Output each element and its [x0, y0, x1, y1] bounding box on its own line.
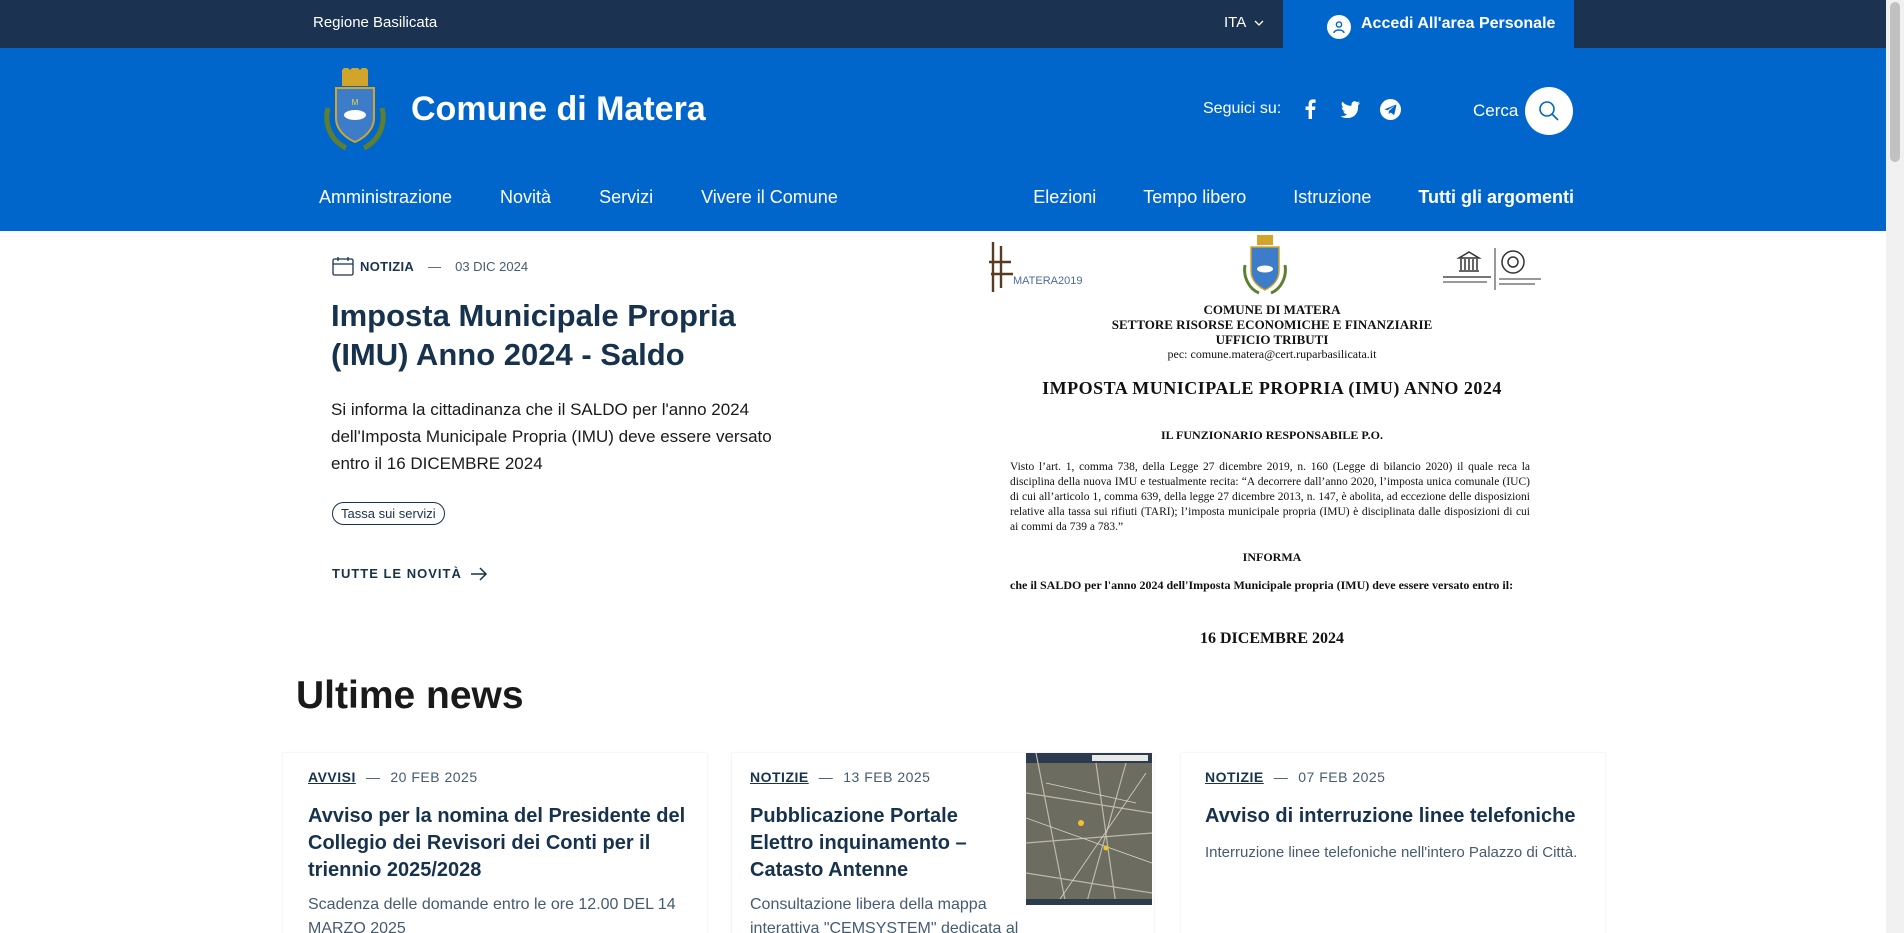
nav-servizi[interactable]: Servizi [599, 187, 653, 208]
news-card[interactable]: NOTIZIE — 13 FEB 2025 Pubblicazione Port… [732, 753, 1154, 933]
document-responsible: IL FUNZIONARIO RESPONSABILE P.O. [1161, 428, 1383, 442]
map-thumbnail-image[interactable] [1026, 753, 1152, 905]
document-title: IMPOSTA MUNICIPALE PROPRIA (IMU) ANNO 20… [1042, 378, 1502, 398]
all-news-label: TUTTE LE NOVITÀ [332, 566, 462, 581]
card-meta: AVVISI — 20 FEB 2025 [308, 769, 478, 785]
hero-category[interactable]: NOTIZIA [360, 259, 414, 274]
hero-title[interactable]: Imposta Municipale Propria (IMU) Anno 20… [331, 296, 821, 374]
document-pec: pec: comune.matera@cert.ruparbasilicata.… [1167, 347, 1377, 361]
topic-tag[interactable]: Tassa sui servizi [332, 502, 445, 525]
card-separator: — [818, 769, 834, 785]
card-separator: — [365, 769, 381, 785]
nav-elezioni[interactable]: Elezioni [1033, 187, 1096, 208]
search-icon [1539, 101, 1559, 121]
personal-area-login-button[interactable]: Accedi All'area Personale [1283, 0, 1574, 48]
scrollbar-thumb[interactable] [1890, 2, 1900, 162]
top-bar: Regione Basilicata ITA Accedi All'area P… [0, 0, 1886, 48]
topics-nav: Elezioni Tempo libero Istruzione Tutti g… [1033, 187, 1574, 208]
hero-date: 03 DIC 2024 [455, 258, 529, 274]
nav-tutti-gli-argomenti[interactable]: Tutti gli argomenti [1418, 187, 1574, 208]
site-title[interactable]: Comune di Matera [411, 90, 706, 129]
card-title[interactable]: Avviso per la nomina del Presidente del … [308, 803, 688, 884]
card-description: Scadenza delle domande entro le ore 12.0… [308, 896, 676, 933]
svg-text:MATERA2019: MATERA2019 [1013, 275, 1083, 287]
hero-meta: NOTIZIA — 03 DIC 2024 [332, 256, 528, 276]
follow-label: Seguici su: [1203, 100, 1282, 117]
document-informa: INFORMA [1242, 550, 1302, 564]
document-heading-line1: COMUNE DI MATERA [1203, 302, 1341, 317]
chevron-down-icon [1254, 20, 1264, 26]
card-meta: NOTIZIE — 07 FEB 2025 [1205, 769, 1385, 785]
search-label[interactable]: Cerca [1473, 101, 1518, 121]
document-heading-line3: UFFICIO TRIBUTI [1215, 332, 1329, 347]
nav-novita[interactable]: Novità [500, 187, 551, 208]
calendar-icon [332, 257, 354, 276]
region-link[interactable]: Regione Basilicata [313, 14, 437, 31]
card-date: 13 FEB 2025 [843, 769, 931, 785]
all-news-link[interactable]: TUTTE LE NOVITÀ [332, 566, 488, 581]
page-scrollbar[interactable] [1886, 0, 1904, 933]
document-saldo: che il SALDO per l'anno 2024 dell'Impost… [1010, 578, 1514, 592]
language-selector[interactable]: ITA [1224, 14, 1264, 31]
card-title[interactable]: Avviso di interruzione linee telefoniche [1205, 803, 1585, 830]
card-date: 07 FEB 2025 [1298, 769, 1386, 785]
svg-text:M: M [352, 98, 359, 107]
social-links: Seguici su: [1203, 98, 1401, 120]
user-icon [1327, 15, 1351, 39]
news-card[interactable]: NOTIZIE — 07 FEB 2025 Avviso di interruz… [1181, 753, 1605, 933]
news-card[interactable]: AVVISI — 20 FEB 2025 Avviso per la nomin… [283, 753, 707, 933]
card-date: 20 FEB 2025 [390, 769, 478, 785]
latest-news-title: Ultime news [296, 674, 524, 717]
unesco-logo [1443, 248, 1541, 290]
twitter-icon[interactable] [1339, 98, 1361, 120]
login-label: Accedi All'area Personale [1361, 15, 1556, 32]
card-description: Interruzione linee telefoniche nell'inte… [1205, 844, 1578, 861]
arrow-right-icon [470, 566, 487, 581]
municipal-crest-logo[interactable]: M [322, 68, 388, 152]
hero-separator: — [428, 258, 442, 274]
nav-vivere-il-comune[interactable]: Vivere il Comune [701, 187, 838, 208]
facebook-icon[interactable] [1299, 98, 1321, 120]
card-category[interactable]: NOTIZIE [750, 769, 809, 785]
nav-istruzione[interactable]: Istruzione [1293, 187, 1371, 208]
document-crest-logo [1243, 235, 1287, 295]
search-button[interactable] [1525, 87, 1573, 135]
hero-document-image[interactable]: MATERA2019 COMUNE DI MATERA SETTORE RISO… [982, 232, 1562, 657]
document-body: Visto l’art. 1, comma 738, della Legge 2… [1010, 461, 1530, 533]
card-category[interactable]: AVVISI [308, 769, 356, 785]
card-title[interactable]: Pubblicazione Portale Elettro inquinamen… [750, 803, 1020, 884]
nav-tempo-libero[interactable]: Tempo libero [1143, 187, 1246, 208]
card-category[interactable]: NOTIZIE [1205, 769, 1264, 785]
card-meta: NOTIZIE — 13 FEB 2025 [750, 769, 930, 785]
document-heading-line2: SETTORE RISORSE ECONOMICHE E FINANZIARIE [1111, 317, 1433, 332]
hero-text: Si informa la cittadinanza che il SALDO … [331, 400, 772, 473]
card-description: Consultazione libera della mappa interat… [750, 896, 1019, 933]
telegram-icon[interactable] [1379, 98, 1401, 120]
language-label: ITA [1224, 14, 1247, 31]
site-header: M Comune di Matera Seguici su: Cerca Amm… [0, 48, 1886, 231]
matera2019-logo: MATERA2019 [989, 242, 1083, 292]
nav-amministrazione[interactable]: Amministrazione [319, 187, 452, 208]
document-deadline: 16 DICEMBRE 2024 [1199, 630, 1344, 647]
document-heading: COMUNE DI MATERA SETTORE RISORSE ECONOMI… [982, 302, 1562, 347]
main-nav: Amministrazione Novità Servizi Vivere il… [319, 187, 838, 208]
card-separator: — [1273, 769, 1289, 785]
